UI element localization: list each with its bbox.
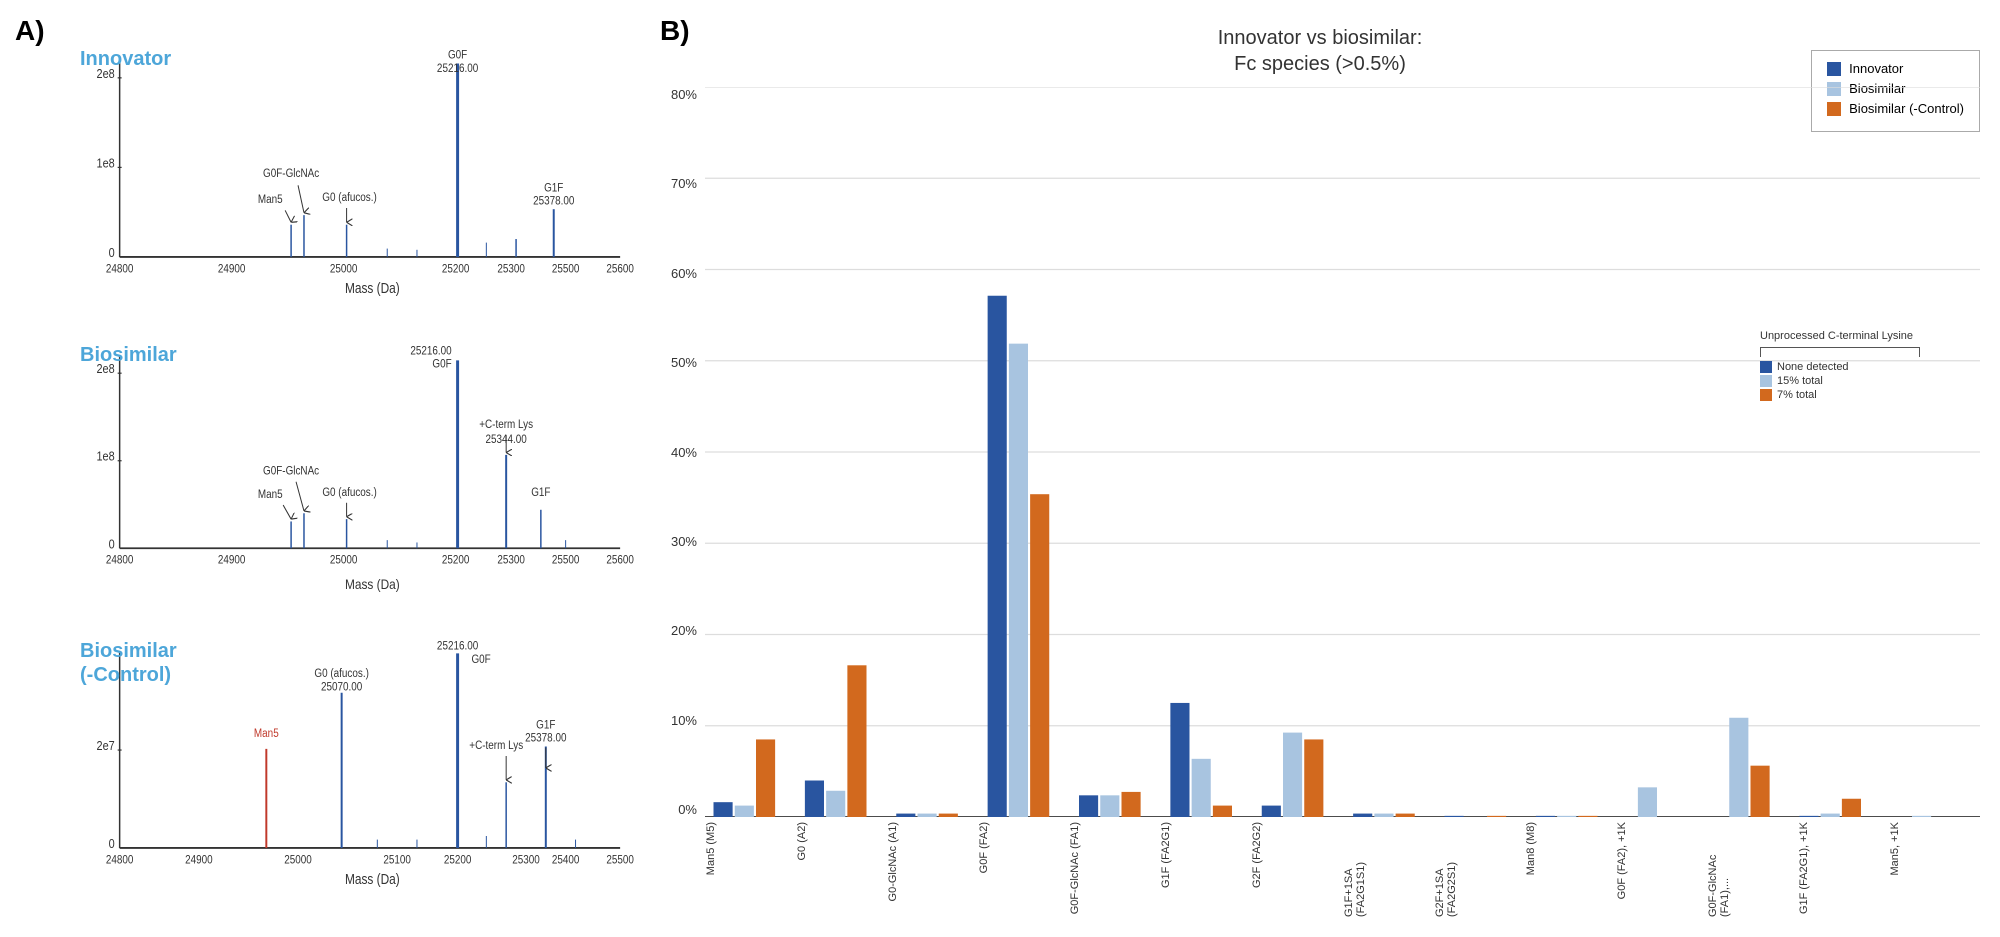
svg-text:25500: 25500 xyxy=(606,854,634,867)
svg-text:Man5: Man5 xyxy=(254,727,279,740)
svg-text:+C-term Lys: +C-term Lys xyxy=(479,418,533,431)
svg-text:25600: 25600 xyxy=(606,553,634,566)
svg-text:25300: 25300 xyxy=(497,553,525,566)
svg-text:25300: 25300 xyxy=(512,854,540,867)
svg-text:24800: 24800 xyxy=(106,854,134,867)
svg-text:25000: 25000 xyxy=(330,553,358,566)
svg-text:0: 0 xyxy=(109,836,115,851)
svg-text:25400: 25400 xyxy=(552,854,580,867)
legend-item-innovator: Innovator xyxy=(1827,61,1964,76)
svg-text:25000: 25000 xyxy=(330,263,358,276)
y-axis-labels: 80% 70% 60% 50% 40% 30% 20% 10% 0% xyxy=(660,87,705,917)
spectrum-biosimilar-control: Biosimilar(-Control) 0 2e7 24800 24900 2… xyxy=(20,631,640,927)
right-panel: B) Innovator vs biosimilar: Fc species (… xyxy=(650,0,2000,937)
svg-text:24800: 24800 xyxy=(106,553,134,566)
svg-text:G0 (afucos.): G0 (afucos.) xyxy=(322,486,376,499)
svg-text:Mass (Da): Mass (Da) xyxy=(345,576,400,592)
x-label-8: G2F+1SA (FA2G2S1) xyxy=(1434,822,1525,917)
x-label-5: G1F (FA2G1) xyxy=(1160,822,1251,888)
svg-text:+C-term Lys: +C-term Lys xyxy=(469,739,523,752)
spectrum-biosimilar: Biosimilar 0 1e8 2e8 24800 24900 25000 2… xyxy=(20,336,640,632)
spectrum-innovator: Innovator 0 1e8 2e8 24800 24900 25000 25… xyxy=(20,40,640,336)
x-label-12: G1F (FA2G1), +1K xyxy=(1798,822,1889,914)
svg-text:Mass (Da): Mass (Da) xyxy=(345,871,400,887)
svg-text:G0F-GlcNAc: G0F-GlcNAc xyxy=(263,167,320,180)
left-panel: A) Innovator 0 1e8 2e8 24800 24900 25000… xyxy=(0,0,650,937)
annotation-box: Unprocessed C-terminal Lysine None detec… xyxy=(1760,330,1970,403)
svg-text:25216.00: 25216.00 xyxy=(437,62,478,75)
x-label-9: Man8 (M8) xyxy=(1525,822,1616,875)
svg-text:25216.00: 25216.00 xyxy=(410,344,451,357)
svg-text:1e8: 1e8 xyxy=(96,449,115,464)
x-label-1: G0 (A2) xyxy=(796,822,887,861)
panel-b-label: B) xyxy=(660,15,690,47)
spectrum-biosimilar-title: Biosimilar xyxy=(80,344,177,367)
svg-text:G0 (afucos.): G0 (afucos.) xyxy=(322,191,377,204)
svg-text:G1F: G1F xyxy=(531,486,551,499)
annotation-15pct: 15% total xyxy=(1760,375,1970,387)
svg-text:25200: 25200 xyxy=(442,263,470,276)
svg-text:G0 (afucos.): G0 (afucos.) xyxy=(314,668,369,681)
legend-label-innovator: Innovator xyxy=(1849,61,1903,76)
spectrum-innovator-svg: 0 1e8 2e8 24800 24900 25000 25200 25300 … xyxy=(80,48,635,311)
svg-text:1e8: 1e8 xyxy=(97,155,115,170)
chart-main: Man5 (M5) G0 (A2) G0-GlcNAc (A1) G0F (FA… xyxy=(705,87,1980,917)
svg-text:25300: 25300 xyxy=(497,263,525,276)
svg-text:25344.00: 25344.00 xyxy=(486,433,527,446)
spectrum-biosimilar-control-title: Biosimilar(-Control) xyxy=(80,639,177,687)
svg-text:24800: 24800 xyxy=(106,263,134,276)
svg-text:0: 0 xyxy=(109,536,115,551)
svg-text:0: 0 xyxy=(109,245,115,260)
svg-text:Mass (Da): Mass (Da) xyxy=(345,280,400,296)
svg-text:25070.00: 25070.00 xyxy=(321,681,362,694)
legend-color-innovator xyxy=(1827,62,1841,76)
svg-text:24900: 24900 xyxy=(218,553,246,566)
svg-text:25200: 25200 xyxy=(442,553,470,566)
svg-text:2e7: 2e7 xyxy=(97,738,115,753)
x-label-11: G0F-GlcNAc (FA1),... xyxy=(1707,822,1798,917)
spectrum-container: Innovator 0 1e8 2e8 24800 24900 25000 25… xyxy=(20,10,640,927)
x-axis-labels: Man5 (M5) G0 (A2) G0-GlcNAc (A1) G0F (FA… xyxy=(705,817,1980,917)
annotation-title: Unprocessed C-terminal Lysine xyxy=(1760,330,1970,342)
bar-chart-svg xyxy=(705,87,1980,817)
bars-container xyxy=(705,87,1980,817)
x-label-6: G2F (FA2G2) xyxy=(1251,822,1342,888)
svg-text:25000: 25000 xyxy=(284,854,312,867)
svg-text:25216.00: 25216.00 xyxy=(437,640,478,653)
x-label-2: G0-GlcNAc (A1) xyxy=(887,822,978,901)
svg-text:Man5: Man5 xyxy=(258,193,283,206)
x-label-3: G0F (FA2) xyxy=(978,822,1069,873)
svg-text:G0F: G0F xyxy=(432,357,452,370)
svg-text:25378.00: 25378.00 xyxy=(525,732,566,745)
svg-text:G1F: G1F xyxy=(536,719,556,732)
spectrum-innovator-title: Innovator xyxy=(80,48,171,71)
chart-area: 80% 70% 60% 50% 40% 30% 20% 10% 0% xyxy=(660,87,1980,917)
x-label-13: Man5, +1K xyxy=(1889,822,1980,876)
chart-title: Innovator vs biosimilar: Fc species (>0.… xyxy=(660,25,1980,77)
x-label-0: Man5 (M5) xyxy=(705,822,796,875)
svg-text:24900: 24900 xyxy=(185,854,213,867)
svg-text:25200: 25200 xyxy=(444,854,472,867)
svg-text:25378.00: 25378.00 xyxy=(533,195,574,208)
svg-text:25500: 25500 xyxy=(552,553,580,566)
annotation-7pct: 7% total xyxy=(1760,389,1970,401)
svg-text:G1F: G1F xyxy=(544,181,564,194)
svg-text:G0F: G0F xyxy=(448,49,468,62)
svg-text:25100: 25100 xyxy=(383,854,411,867)
svg-text:25500: 25500 xyxy=(552,263,580,276)
svg-text:25600: 25600 xyxy=(606,263,634,276)
svg-text:Man5: Man5 xyxy=(258,488,283,501)
x-label-4: G0F-GlcNAc (FA1) xyxy=(1069,822,1160,914)
svg-text:24900: 24900 xyxy=(218,263,246,276)
annotation-none-detected: None detected xyxy=(1760,361,1970,373)
spectrum-biosimilar-svg: 0 1e8 2e8 24800 24900 25000 25200 25300 … xyxy=(80,344,635,607)
x-label-7: G1F+1SA (FA2G1S1) xyxy=(1343,822,1434,917)
svg-text:G0F-GlcNAc: G0F-GlcNAc xyxy=(263,465,320,478)
svg-text:G0F: G0F xyxy=(471,653,491,666)
x-label-10: G0F (FA2), +1K xyxy=(1616,822,1707,899)
